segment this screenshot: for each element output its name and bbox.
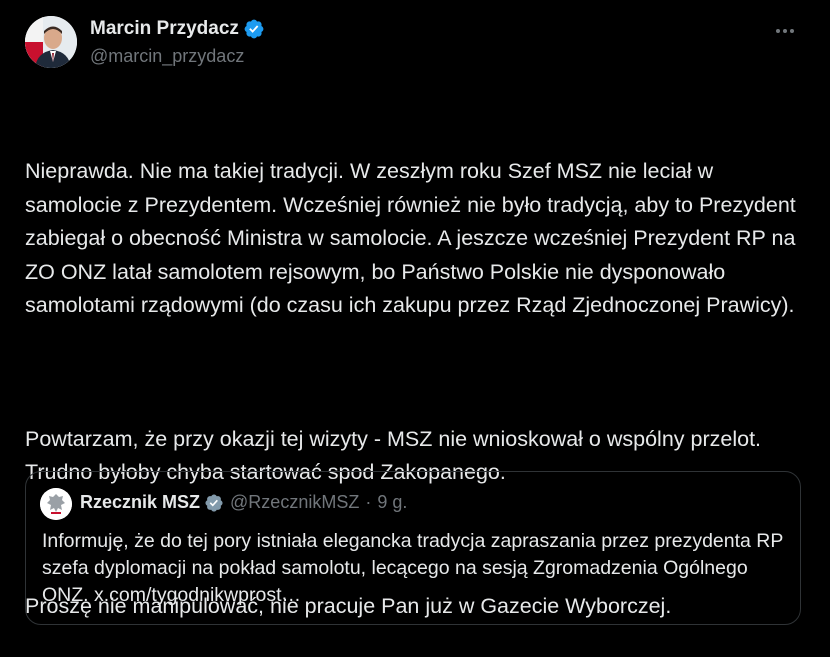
author-handle[interactable]: @marcin_przydacz xyxy=(90,46,244,67)
quoted-author-name[interactable]: Rzecznik MSZ xyxy=(80,492,200,513)
quoted-author-avatar[interactable] xyxy=(40,488,72,520)
quoted-separator: · xyxy=(365,492,372,512)
author-name-row: Marcin Przydacz xyxy=(90,18,265,40)
quoted-tweet-text: Informuję, że do tej pory istniała elega… xyxy=(42,530,784,606)
author-avatar[interactable] xyxy=(25,16,77,68)
verified-badge-icon xyxy=(205,493,223,512)
author-name[interactable]: Marcin Przydacz xyxy=(90,18,239,40)
quoted-timestamp[interactable]: 9 g. xyxy=(377,492,407,513)
quoted-header: Rzecznik MSZ @RzecznikMSZ · 9 g. xyxy=(80,492,407,513)
verified-badge-icon xyxy=(244,19,264,39)
more-options-icon[interactable] xyxy=(770,18,800,44)
tweet-header: Marcin Przydacz @marcin_przydacz xyxy=(25,16,810,72)
quoted-tweet-card[interactable]: Rzecznik MSZ @RzecznikMSZ · 9 g. Informu… xyxy=(25,471,801,625)
quoted-author-handle[interactable]: @RzecznikMSZ xyxy=(230,492,359,513)
tweet-paragraph: Nieprawda. Nie ma takiej tradycji. W zes… xyxy=(25,159,802,317)
